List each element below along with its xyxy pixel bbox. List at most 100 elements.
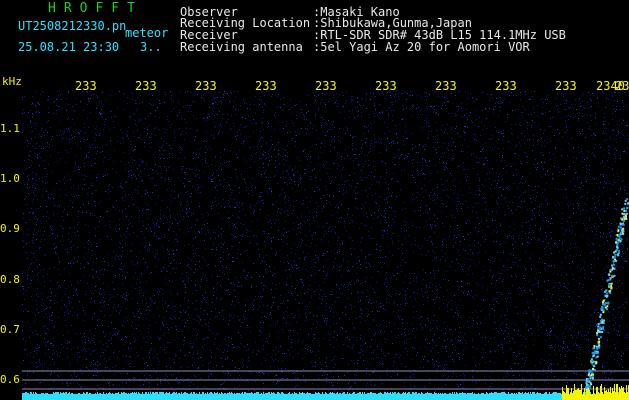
- trace-point: [622, 229, 625, 232]
- trace-point: [597, 325, 600, 328]
- trace-point: [598, 340, 601, 343]
- trace-point: [618, 249, 621, 252]
- app-logo: HROFFT: [48, 1, 143, 16]
- spectrogram-svg: 2332332332332332332332332332332340: [22, 79, 629, 400]
- trace-point: [619, 239, 622, 242]
- trace-point: [602, 311, 605, 314]
- trace-point: [626, 198, 629, 201]
- trace-point: [609, 270, 612, 273]
- plot-background: [22, 79, 629, 400]
- trace-point: [585, 382, 588, 385]
- trace-point: [625, 218, 628, 220]
- trace-point: [613, 255, 616, 258]
- trace-point: [604, 289, 607, 292]
- trace-point: [602, 303, 604, 306]
- trace-point: [593, 365, 596, 368]
- trace-point: [597, 331, 600, 333]
- trace-point: [604, 294, 607, 297]
- trace-point: [606, 292, 609, 295]
- trace-point: [614, 253, 617, 256]
- trace-point: [608, 274, 611, 277]
- datetime-label: 25.08.21 23:30: [18, 40, 120, 54]
- x-tick-label: 233: [255, 79, 277, 93]
- trace-point: [596, 355, 599, 358]
- trace-point: [601, 306, 604, 309]
- trace-point: [597, 323, 600, 326]
- trace-point: [622, 219, 625, 222]
- baseline-band: [22, 395, 629, 400]
- spectrogram-plot: 2332332332332332332332332332332340: [22, 79, 629, 400]
- y-tick-label: 0.6: [0, 372, 20, 386]
- trace-point: [602, 325, 605, 328]
- trace-point: [604, 302, 607, 305]
- trace-point: [584, 386, 587, 389]
- y-axis-unit: kHz: [2, 75, 22, 88]
- trace-point: [593, 345, 596, 348]
- trace-point: [590, 358, 593, 361]
- trace-point: [595, 362, 598, 365]
- trace-point: [587, 378, 590, 381]
- trace-point: [592, 354, 595, 357]
- trace-point: [607, 279, 610, 282]
- trace-point: [613, 263, 616, 266]
- trace-point: [613, 267, 616, 270]
- trace-point: [591, 376, 594, 379]
- trace-point: [598, 337, 600, 340]
- trace-point: [599, 336, 602, 339]
- trace-point: [608, 290, 611, 293]
- meteor-label: meteor: [125, 26, 169, 40]
- trace-point: [622, 227, 625, 230]
- trace-point: [610, 282, 613, 285]
- trace-point: [597, 346, 600, 349]
- trace-point: [618, 234, 621, 237]
- trace-point: [608, 284, 611, 287]
- trace-point: [588, 387, 591, 390]
- antenna-value: :5el Yagi Az 20 for Aomori VOR: [313, 40, 530, 54]
- x-tick-label: 233: [435, 79, 457, 93]
- y-tick-label: 0.7: [0, 322, 20, 336]
- trace-point: [606, 308, 608, 311]
- trace-point: [615, 248, 618, 251]
- trace-point: [589, 370, 592, 373]
- trace-point: [592, 367, 594, 370]
- trace-point: [589, 381, 592, 384]
- trace-point: [622, 215, 625, 218]
- trace-point: [620, 226, 622, 229]
- trace-point: [595, 352, 598, 355]
- x-tick-label: 233: [135, 79, 157, 93]
- trace-point: [626, 207, 628, 210]
- trace-point: [622, 223, 625, 226]
- trace-point: [588, 385, 591, 388]
- trace-point: [599, 315, 602, 318]
- trace-point: [616, 254, 619, 257]
- trace-point: [617, 230, 620, 233]
- trace-point: [599, 313, 602, 316]
- y-tick-label: 0.9: [0, 222, 20, 236]
- header-panel: HROFFT UT2508212330.pn meteor 25.08.21 2…: [0, 0, 629, 78]
- trace-point: [621, 208, 624, 211]
- trace-point: [625, 209, 627, 212]
- x-tick-label: 233: [315, 79, 337, 93]
- trace-point: [591, 360, 594, 363]
- trace-point: [624, 202, 627, 205]
- trace-point: [613, 274, 616, 277]
- trace-point: [617, 225, 620, 228]
- trace-point: [616, 239, 619, 242]
- trace-point: [592, 347, 595, 350]
- x-tick-label: 233: [375, 79, 397, 93]
- trace-point: [623, 213, 626, 215]
- count-label: 3..: [140, 40, 162, 54]
- trace-point: [622, 232, 625, 235]
- trace-point: [602, 327, 604, 330]
- x-tick-label: 233: [555, 79, 577, 93]
- trace-point: [611, 264, 614, 267]
- trace-point: [603, 319, 605, 322]
- filename-label: UT2508212330.pn: [18, 19, 127, 33]
- trace-point: [591, 351, 594, 354]
- x-tick-label: 233: [495, 79, 517, 93]
- trace-point: [609, 268, 612, 271]
- trace-point: [599, 330, 602, 333]
- trace-point: [607, 302, 610, 305]
- x-tick-label: 233: [75, 79, 97, 93]
- trace-point: [610, 287, 613, 290]
